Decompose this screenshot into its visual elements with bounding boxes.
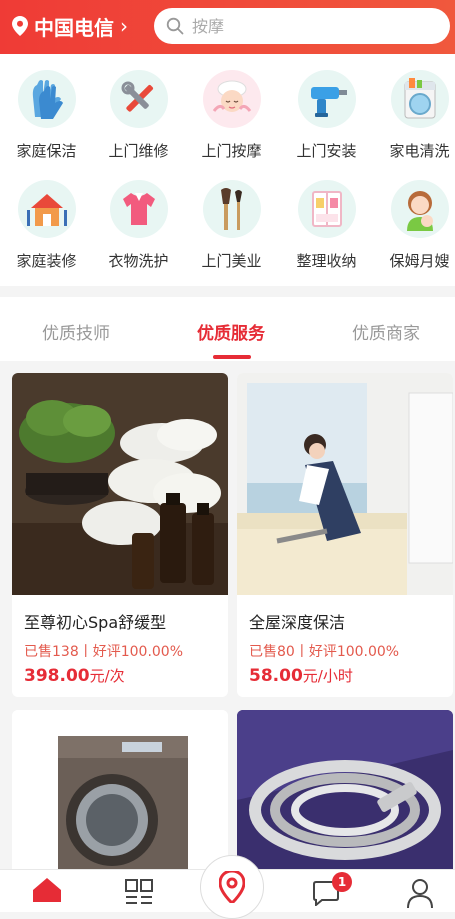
location-label: 中国电信 [34,15,114,40]
category-cleaning[interactable]: 家庭保洁 [1,70,92,161]
category-appliance-cleaning[interactable]: 家电清洗 [374,70,455,161]
category-label: 衣物洗护 [108,252,169,270]
search-input[interactable] [190,15,414,37]
category-repair[interactable]: 上门维修 [93,70,184,161]
category-label: 家庭保洁 [16,142,77,160]
tab-quality-technicians[interactable]: 优质技师 [42,319,110,344]
category-renovation[interactable]: 家庭装修 [1,180,92,271]
message-badge: 1 [332,872,352,892]
category-label: 家庭装修 [16,252,77,270]
header-bar: 中国电信 › [0,0,455,54]
price-unit: 元/次 [89,667,125,685]
service-card[interactable]: 全屋深度保洁 已售80丨好评100.00% 58.00元/小时 [237,373,453,697]
category-label: 家电清洗 [389,142,450,160]
category-grid: 家庭保洁 上门维修 上门按摩 上门安装 家电清洗 家庭装修 衣物洗护 上门美业 … [0,54,455,286]
tools-icon [109,70,168,128]
category-label: 整理收纳 [296,252,357,270]
chevron-right-icon: › [120,14,128,38]
location-pin-icon [12,16,28,36]
category-label: 保姆月嫂 [389,252,450,270]
service-price: 58.00元/小时 [249,665,353,686]
active-tab-indicator [213,355,251,359]
shower-hose-product-image [237,710,453,880]
makeup-brush-icon [202,180,261,238]
tab-quality-merchants[interactable]: 优质商家 [352,319,420,344]
category-massage[interactable]: 上门按摩 [186,70,277,161]
spa-towels-image [12,373,228,595]
category-label: 上门按摩 [201,142,262,160]
service-stats: 已售138丨好评100.00% [24,644,184,660]
profile-icon[interactable] [406,878,434,912]
home-icon[interactable] [31,876,63,906]
service-title: 全屋深度保洁 [249,613,346,632]
price-unit: 元/小时 [302,667,353,685]
house-renovation-icon [17,180,76,238]
location-selector[interactable]: 中国电信 › [12,12,128,40]
service-price: 398.00元/次 [24,665,125,686]
category-laundry[interactable]: 衣物洗护 [93,180,184,271]
search-icon [166,17,184,35]
drill-icon [297,70,356,128]
search-box[interactable] [154,8,450,44]
section-tabs: 优质技师 优质服务 优质商家 [0,297,455,361]
shirt-icon [109,180,168,238]
nearby-location-button[interactable] [200,855,264,919]
location-pin-icon [219,871,245,903]
cleaning-gloves-icon [17,70,76,128]
category-label: 上门美业 [201,252,262,270]
massage-icon [202,70,261,128]
category-nanny[interactable]: 保姆月嫂 [374,180,455,271]
washing-machine-product-image [12,710,228,880]
tab-quality-services[interactable]: 优质服务 [197,319,265,344]
service-stats: 已售80丨好评100.00% [249,644,400,660]
service-card[interactable] [237,710,453,880]
category-organizing[interactable]: 整理收纳 [281,180,372,271]
service-title: 至尊初心Spa舒缓型 [24,613,167,632]
home-cleaning-image [237,373,453,595]
washing-machine-icon [390,70,449,128]
price-value: 398.00 [24,666,90,686]
wardrobe-icon [297,180,356,238]
category-beauty[interactable]: 上门美业 [186,180,277,271]
nanny-icon [390,180,449,238]
category-label: 上门维修 [108,142,169,160]
category-label: 上门安装 [296,142,357,160]
category-install[interactable]: 上门安装 [281,70,372,161]
category-grid-icon[interactable] [124,878,154,912]
service-card[interactable]: 至尊初心Spa舒缓型 已售138丨好评100.00% 398.00元/次 [12,373,228,697]
service-card[interactable] [12,710,228,880]
price-value: 58.00 [249,666,303,686]
